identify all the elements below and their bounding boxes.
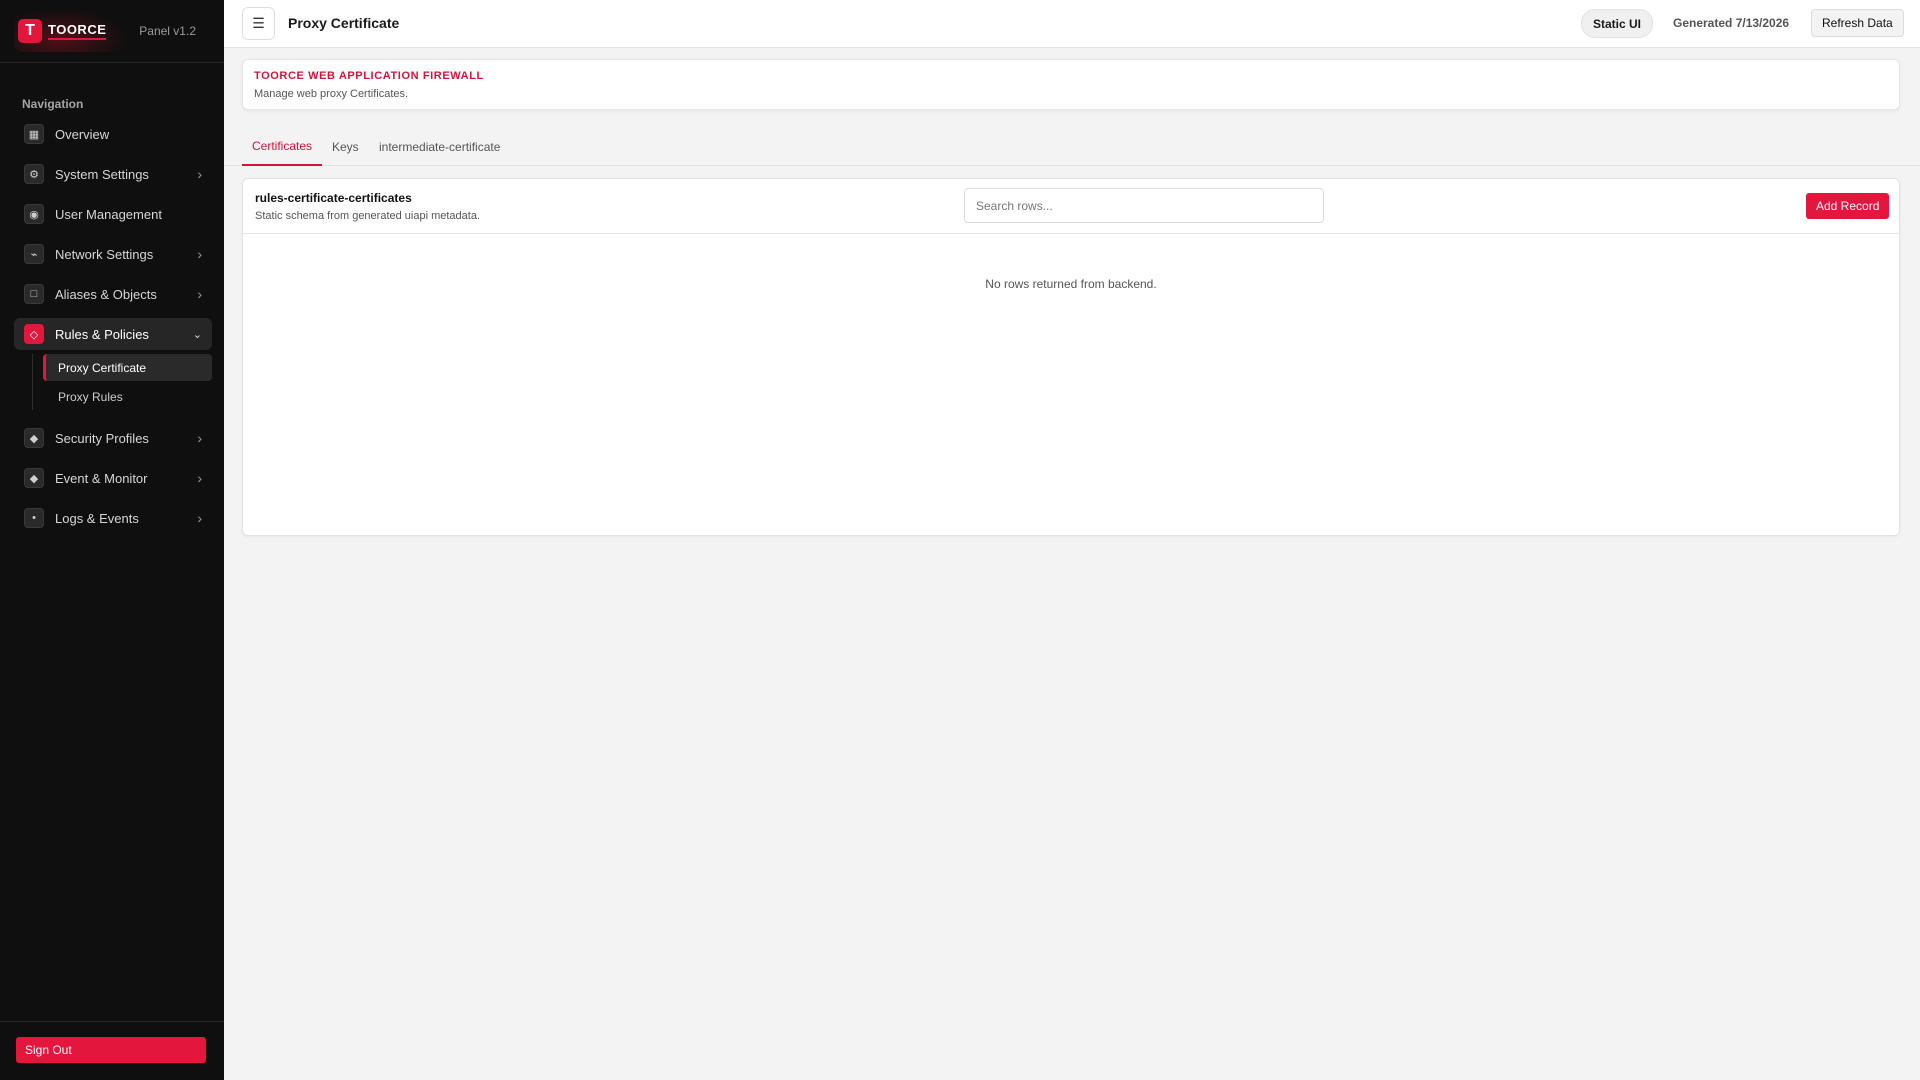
sidebar-item-label: Rules & Policies (55, 326, 149, 342)
gear-icon: ⚙ (24, 164, 44, 184)
sidebar-item-label: System Settings (55, 166, 149, 182)
chevron-right-icon: › (197, 286, 202, 302)
add-record-button[interactable]: Add Record (1806, 193, 1890, 219)
rules-policies-submenu: Proxy Certificate Proxy Rules (32, 354, 212, 410)
panel-version: Panel v1.2 (139, 24, 196, 38)
chevron-right-icon: › (197, 510, 202, 526)
menu-toggle-button[interactable]: ☰ (242, 7, 275, 40)
logo-icon: T (18, 19, 42, 43)
sidebar-item-event-monitor[interactable]: ◆ Event & Monitor › (14, 462, 212, 494)
tab-intermediate-certificate[interactable]: intermediate-certificate (369, 128, 510, 166)
static-ui-badge: Static UI (1581, 9, 1654, 38)
rules-icon: ◇ (24, 324, 44, 344)
logs-icon: • (24, 508, 44, 528)
sign-out-button[interactable]: Sign Out (16, 1037, 206, 1063)
chevron-down-icon: ⌄ (192, 329, 202, 341)
table-subtitle: Static schema from generated uiapi metad… (255, 210, 481, 222)
hamburger-icon: ☰ (252, 15, 265, 31)
table-title: rules-certificate-certificates (255, 191, 412, 205)
brand[interactable]: T TOORCE Panel v1.2 (0, 0, 224, 63)
chevron-right-icon: › (197, 246, 202, 262)
sidebar-item-label: Aliases & Objects (55, 286, 157, 302)
sidebar-item-label: Overview (55, 126, 110, 142)
sidebar-item-logs-events[interactable]: • Logs & Events › (14, 502, 212, 534)
sidebar-subitem-proxy-rules[interactable]: Proxy Rules (43, 383, 212, 410)
sidebar-item-network-settings[interactable]: ⌁ Network Settings › (14, 238, 212, 270)
user-icon: ◉ (24, 204, 44, 224)
chevron-right-icon: › (197, 470, 202, 486)
chevron-right-icon: › (197, 430, 202, 446)
sidebar-footer: Sign Out (0, 1021, 224, 1080)
records-table-card: rules-certificate-certificates Static sc… (242, 178, 1900, 536)
shield-icon: ◆ (24, 428, 44, 448)
sidebar-subitem-proxy-certificate[interactable]: Proxy Certificate (43, 354, 212, 381)
sidebar-item-label: User Management (55, 206, 162, 222)
sidebar-item-label: Logs & Events (55, 510, 139, 526)
tab-certificates[interactable]: Certificates (242, 128, 323, 166)
brand-name: TOORCE (48, 22, 107, 40)
grid-icon: ▦ (24, 124, 44, 144)
sidebar-item-label: Security Profiles (55, 430, 149, 446)
sidebar-item-system-settings[interactable]: ⚙ System Settings › (14, 158, 212, 190)
sidebar-nav: ▦ Overview ⚙ System Settings › ◉ User Ma… (14, 118, 212, 542)
page-banner: TOORCE WEB APPLICATION FIREWALL Manage w… (242, 59, 1900, 110)
refresh-data-button[interactable]: Refresh Data (1811, 9, 1904, 37)
sidebar-item-rules-policies[interactable]: ◇ Rules & Policies ⌄ (14, 318, 212, 350)
generated-timestamp: Generated 7/13/2026 (1673, 16, 1790, 30)
nav-title: Navigation (22, 97, 84, 111)
table-header: rules-certificate-certificates Static sc… (243, 179, 1899, 234)
sidebar-item-user-management[interactable]: ◉ User Management (14, 198, 212, 230)
search-input[interactable] (964, 188, 1324, 223)
tab-keys[interactable]: Keys (322, 128, 369, 166)
chevron-right-icon: › (197, 166, 202, 182)
sidebar-item-label: Event & Monitor (55, 470, 148, 486)
sidebar-item-label: Network Settings (55, 246, 154, 262)
page-title: Proxy Certificate (288, 15, 400, 31)
network-icon: ⌁ (24, 244, 44, 264)
banner-title: TOORCE WEB APPLICATION FIREWALL (254, 70, 484, 82)
topbar: ☰ Proxy Certificate Static UI Generated … (224, 0, 1920, 48)
banner-subtitle: Manage web proxy Certificates. (254, 88, 409, 100)
empty-state-message: No rows returned from backend. (985, 277, 1157, 291)
tab-bar: Certificates Keys intermediate-certifica… (224, 128, 1920, 166)
sidebar-item-overview[interactable]: ▦ Overview (14, 118, 212, 150)
sidebar-item-security-profiles[interactable]: ◆ Security Profiles › (14, 422, 212, 454)
sidebar: T TOORCE Panel v1.2 Navigation ▦ Overvie… (0, 0, 224, 1080)
object-icon: □ (24, 284, 44, 304)
sidebar-item-aliases-objects[interactable]: □ Aliases & Objects › (14, 278, 212, 310)
monitor-icon: ◆ (24, 468, 44, 488)
